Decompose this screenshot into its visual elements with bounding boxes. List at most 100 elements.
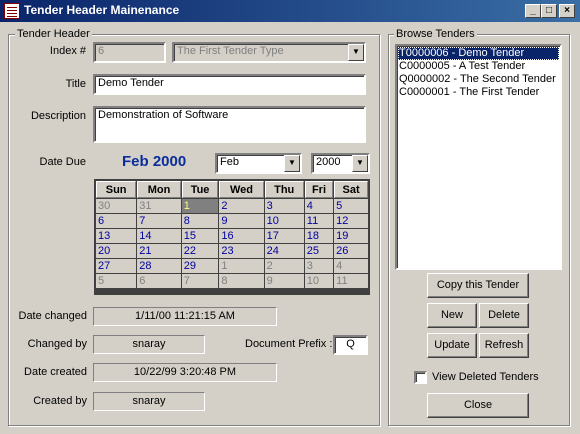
tender-header-group-label: Tender Header xyxy=(15,28,92,40)
calendar-week-row: 5 6 7 8 9 10 11 xyxy=(96,274,368,288)
calendar-day-cell[interactable]: 25 xyxy=(304,244,334,258)
calendar-day-cell[interactable]: 1 xyxy=(181,199,219,213)
chevron-down-icon[interactable]: ▼ xyxy=(352,155,368,172)
new-button[interactable]: New xyxy=(427,303,477,328)
index-field: 6 xyxy=(93,42,166,63)
calendar-day-cell[interactable]: 6 xyxy=(96,214,137,228)
date-changed-label: Date changed xyxy=(18,310,88,322)
view-deleted-checkbox[interactable] xyxy=(414,371,427,384)
chevron-down-icon[interactable]: ▼ xyxy=(284,155,300,172)
changed-by-value: snaray xyxy=(93,335,205,354)
index-label: Index # xyxy=(49,45,86,57)
tender-list-item[interactable]: C0000001 - The First Tender xyxy=(398,86,559,99)
tender-listbox[interactable]: T0000006 - Demo Tender C0000005 - A Test … xyxy=(395,44,562,270)
calendar-day-header: Tue xyxy=(181,181,219,198)
calendar-day-header: Sat xyxy=(334,181,368,198)
calendar-day-cell[interactable]: 4 xyxy=(304,199,334,213)
calendar-day-header: Wed xyxy=(219,181,264,198)
calendar-day-cell[interactable]: 21 xyxy=(137,244,181,258)
calendar-day-cell[interactable]: 1 xyxy=(219,259,264,273)
tender-type-value: The First Tender Type xyxy=(177,45,284,57)
calendar-day-cell[interactable]: 3 xyxy=(264,199,304,213)
year-select[interactable]: 2000 ▼ xyxy=(311,153,370,174)
calendar-day-cell[interactable]: 14 xyxy=(137,229,181,243)
changed-by-label: Changed by xyxy=(27,338,87,350)
date-created-value: 10/22/99 3:20:48 PM xyxy=(93,363,277,382)
title-label: Title xyxy=(65,78,86,90)
description-label: Description xyxy=(30,110,86,122)
calendar-day-cell[interactable]: 4 xyxy=(334,259,368,273)
calendar-day-cell[interactable]: 5 xyxy=(334,199,368,213)
refresh-button[interactable]: Refresh xyxy=(479,333,529,358)
created-by-value: snaray xyxy=(93,392,205,411)
calendar-day-cell[interactable]: 5 xyxy=(96,274,137,288)
calendar-day-cell[interactable]: 29 xyxy=(181,259,219,273)
copy-tender-button[interactable]: Copy this Tender xyxy=(427,273,529,298)
month-value: Feb xyxy=(220,156,239,168)
calendar-day-cell[interactable]: 28 xyxy=(137,259,181,273)
tender-list-item[interactable]: C0000005 - A Test Tender xyxy=(398,60,559,73)
update-button[interactable]: Update xyxy=(427,333,477,358)
window-title: Tender Header Mainenance xyxy=(24,3,180,17)
calendar-day-cell[interactable]: 31 xyxy=(137,199,181,213)
calendar-day-cell[interactable]: 7 xyxy=(137,214,181,228)
created-by-label: Created by xyxy=(33,395,87,407)
calendar-grid[interactable]: Sun Mon Tue Wed Thu Fri Sat 30 31 1 2 3 4 5 6 7 8 9 10 11 1… xyxy=(94,179,370,295)
title-input[interactable]: Demo Tender xyxy=(93,74,366,95)
calendar-day-cell[interactable]: 27 xyxy=(96,259,137,273)
month-select[interactable]: Feb ▼ xyxy=(215,153,302,174)
document-prefix-input[interactable]: Q xyxy=(333,335,368,355)
calendar-week-row: 6 7 8 9 10 11 12 xyxy=(96,214,368,228)
calendar-day-cell[interactable]: 16 xyxy=(219,229,264,243)
tender-type-select: The First Tender Type ▼ xyxy=(172,42,366,63)
calendar-day-cell[interactable]: 9 xyxy=(264,274,304,288)
calendar-day-cell[interactable]: 12 xyxy=(334,214,368,228)
calendar-day-header: Sun xyxy=(96,181,137,198)
calendar-day-cell[interactable]: 20 xyxy=(96,244,137,258)
calendar-day-cell[interactable]: 7 xyxy=(181,274,219,288)
delete-button[interactable]: Delete xyxy=(479,303,529,328)
calendar-day-cell[interactable]: 23 xyxy=(219,244,264,258)
calendar-day-cell[interactable]: 11 xyxy=(304,214,334,228)
date-created-label: Date created xyxy=(24,366,87,378)
minimize-button[interactable]: _ xyxy=(525,4,541,18)
close-window-button[interactable]: × xyxy=(559,4,575,18)
calendar-day-cell[interactable]: 26 xyxy=(334,244,368,258)
calendar-day-cell[interactable]: 3 xyxy=(304,259,334,273)
calendar-day-cell[interactable]: 11 xyxy=(334,274,368,288)
calendar-week-row: 30 31 1 2 3 4 5 xyxy=(96,199,368,213)
calendar-day-header: Thu xyxy=(264,181,304,198)
tender-list-item[interactable]: T0000006 - Demo Tender xyxy=(398,47,559,60)
calendar-day-cell[interactable]: 10 xyxy=(264,214,304,228)
calendar-week-row: 20 21 22 23 24 25 26 xyxy=(96,244,368,258)
calendar-week-row: 27 28 29 1 2 3 4 xyxy=(96,259,368,273)
calendar-day-cell[interactable]: 19 xyxy=(334,229,368,243)
calendar-day-cell[interactable]: 10 xyxy=(304,274,334,288)
calendar-week-row: 13 14 15 16 17 18 19 xyxy=(96,229,368,243)
calendar-day-cell[interactable]: 22 xyxy=(181,244,219,258)
chevron-down-icon: ▼ xyxy=(348,44,364,61)
calendar-day-cell[interactable]: 17 xyxy=(264,229,304,243)
calendar-day-cell[interactable]: 6 xyxy=(137,274,181,288)
calendar-day-cell[interactable]: 2 xyxy=(219,199,264,213)
view-deleted-label[interactable]: View Deleted Tenders xyxy=(432,371,539,383)
date-changed-value: 1/11/00 11:21:15 AM xyxy=(93,307,277,326)
close-button[interactable]: Close xyxy=(427,393,529,418)
browse-tenders-group-label: Browse Tenders xyxy=(394,28,477,40)
calendar-day-cell[interactable]: 8 xyxy=(181,214,219,228)
description-textarea[interactable]: Demonstration of Software xyxy=(93,106,366,143)
calendar-day-cell[interactable]: 15 xyxy=(181,229,219,243)
calendar-day-cell[interactable]: 13 xyxy=(96,229,137,243)
tender-list-item[interactable]: Q0000002 - The Second Tender xyxy=(398,73,559,86)
maximize-button[interactable]: □ xyxy=(541,4,557,18)
calendar-day-cell[interactable]: 24 xyxy=(264,244,304,258)
calendar-day-cell[interactable]: 2 xyxy=(264,259,304,273)
document-prefix-label: Document Prefix : xyxy=(245,338,333,350)
calendar-caption: Feb 2000 xyxy=(122,153,187,170)
calendar-day-cell[interactable]: 8 xyxy=(219,274,264,288)
calendar-day-header: Mon xyxy=(137,181,181,198)
calendar-day-cell[interactable]: 30 xyxy=(96,199,137,213)
calendar-day-cell[interactable]: 18 xyxy=(304,229,334,243)
calendar-day-cell[interactable]: 9 xyxy=(219,214,264,228)
app-icon[interactable] xyxy=(4,3,20,19)
